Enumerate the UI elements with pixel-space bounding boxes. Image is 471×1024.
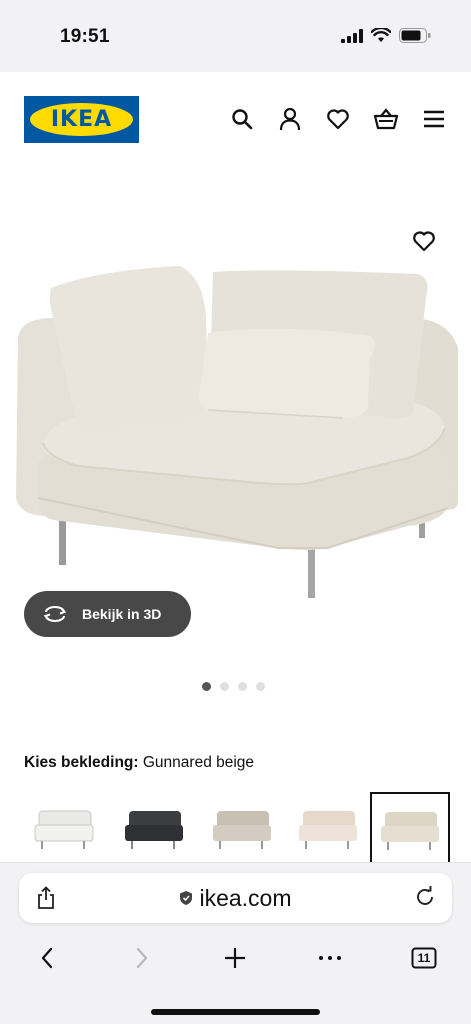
site-header: IKEA <box>0 72 471 168</box>
url-display: ikea.com <box>19 873 452 923</box>
signal-icon <box>341 28 363 43</box>
menu-icon[interactable] <box>421 106 447 132</box>
add-to-favourites-button[interactable] <box>412 230 438 256</box>
swatch-grey-beige[interactable] <box>202 792 282 862</box>
upholstery-value: Gunnared beige <box>142 754 255 771</box>
swatch-more[interactable] <box>464 792 471 862</box>
carousel-dots <box>202 682 265 691</box>
swatch-light-beige[interactable] <box>288 792 368 862</box>
rotate-3d-icon <box>43 606 67 622</box>
carousel-dot[interactable] <box>202 682 211 691</box>
header-icons <box>229 106 447 132</box>
swatch-image <box>213 811 271 849</box>
home-indicator <box>151 1009 320 1015</box>
product-media: Bekijk in 3D <box>0 168 471 698</box>
url-text: ikea.com <box>199 884 292 911</box>
more-icon[interactable] <box>315 943 345 973</box>
status-time: 19:51 <box>60 26 110 47</box>
search-icon[interactable] <box>229 106 255 132</box>
heart-icon <box>413 231 435 252</box>
swatch-gunnared-beige[interactable] <box>370 792 450 862</box>
upholstery-swatches <box>24 792 471 862</box>
back-icon[interactable] <box>32 943 62 973</box>
user-icon[interactable] <box>277 106 303 132</box>
ikea-logo[interactable]: IKEA <box>24 96 139 143</box>
product-image[interactable] <box>8 258 464 603</box>
status-bar: 19:51 <box>0 0 471 72</box>
carousel-dot[interactable] <box>220 682 229 691</box>
browser-toolbar: 11 <box>0 943 471 973</box>
logo-text: IKEA <box>50 107 113 132</box>
swatch-image <box>125 811 183 849</box>
reload-icon[interactable] <box>414 886 438 910</box>
view-in-3d-button[interactable]: Bekijk in 3D <box>24 591 191 637</box>
browser-bar: ikea.com 11 <box>0 862 471 1024</box>
swatch-dark-grey[interactable] <box>114 792 194 862</box>
heart-icon[interactable] <box>325 106 351 132</box>
battery-icon <box>399 28 431 43</box>
logo-oval: IKEA <box>30 103 133 136</box>
swatch-image <box>381 812 439 850</box>
swatch-image <box>299 811 357 849</box>
new-tab-icon[interactable] <box>220 943 250 973</box>
swatch-white[interactable] <box>24 792 104 862</box>
view-in-3d-label: Bekijk in 3D <box>82 606 162 622</box>
tabs-button[interactable]: 11 <box>409 943 439 973</box>
wifi-icon <box>371 28 391 42</box>
shield-icon <box>180 891 193 905</box>
forward-icon[interactable] <box>127 943 157 973</box>
upholstery-label: Kies bekleding: <box>24 754 139 771</box>
basket-icon[interactable] <box>373 106 399 132</box>
address-bar[interactable]: ikea.com <box>19 873 452 923</box>
upholstery-heading: Kies bekleding: Gunnared beige <box>24 754 254 772</box>
swatch-image <box>34 810 94 849</box>
carousel-dot[interactable] <box>238 682 247 691</box>
tabs-count: 11 <box>417 951 431 965</box>
status-icons <box>341 28 431 43</box>
carousel-dot[interactable] <box>256 682 265 691</box>
